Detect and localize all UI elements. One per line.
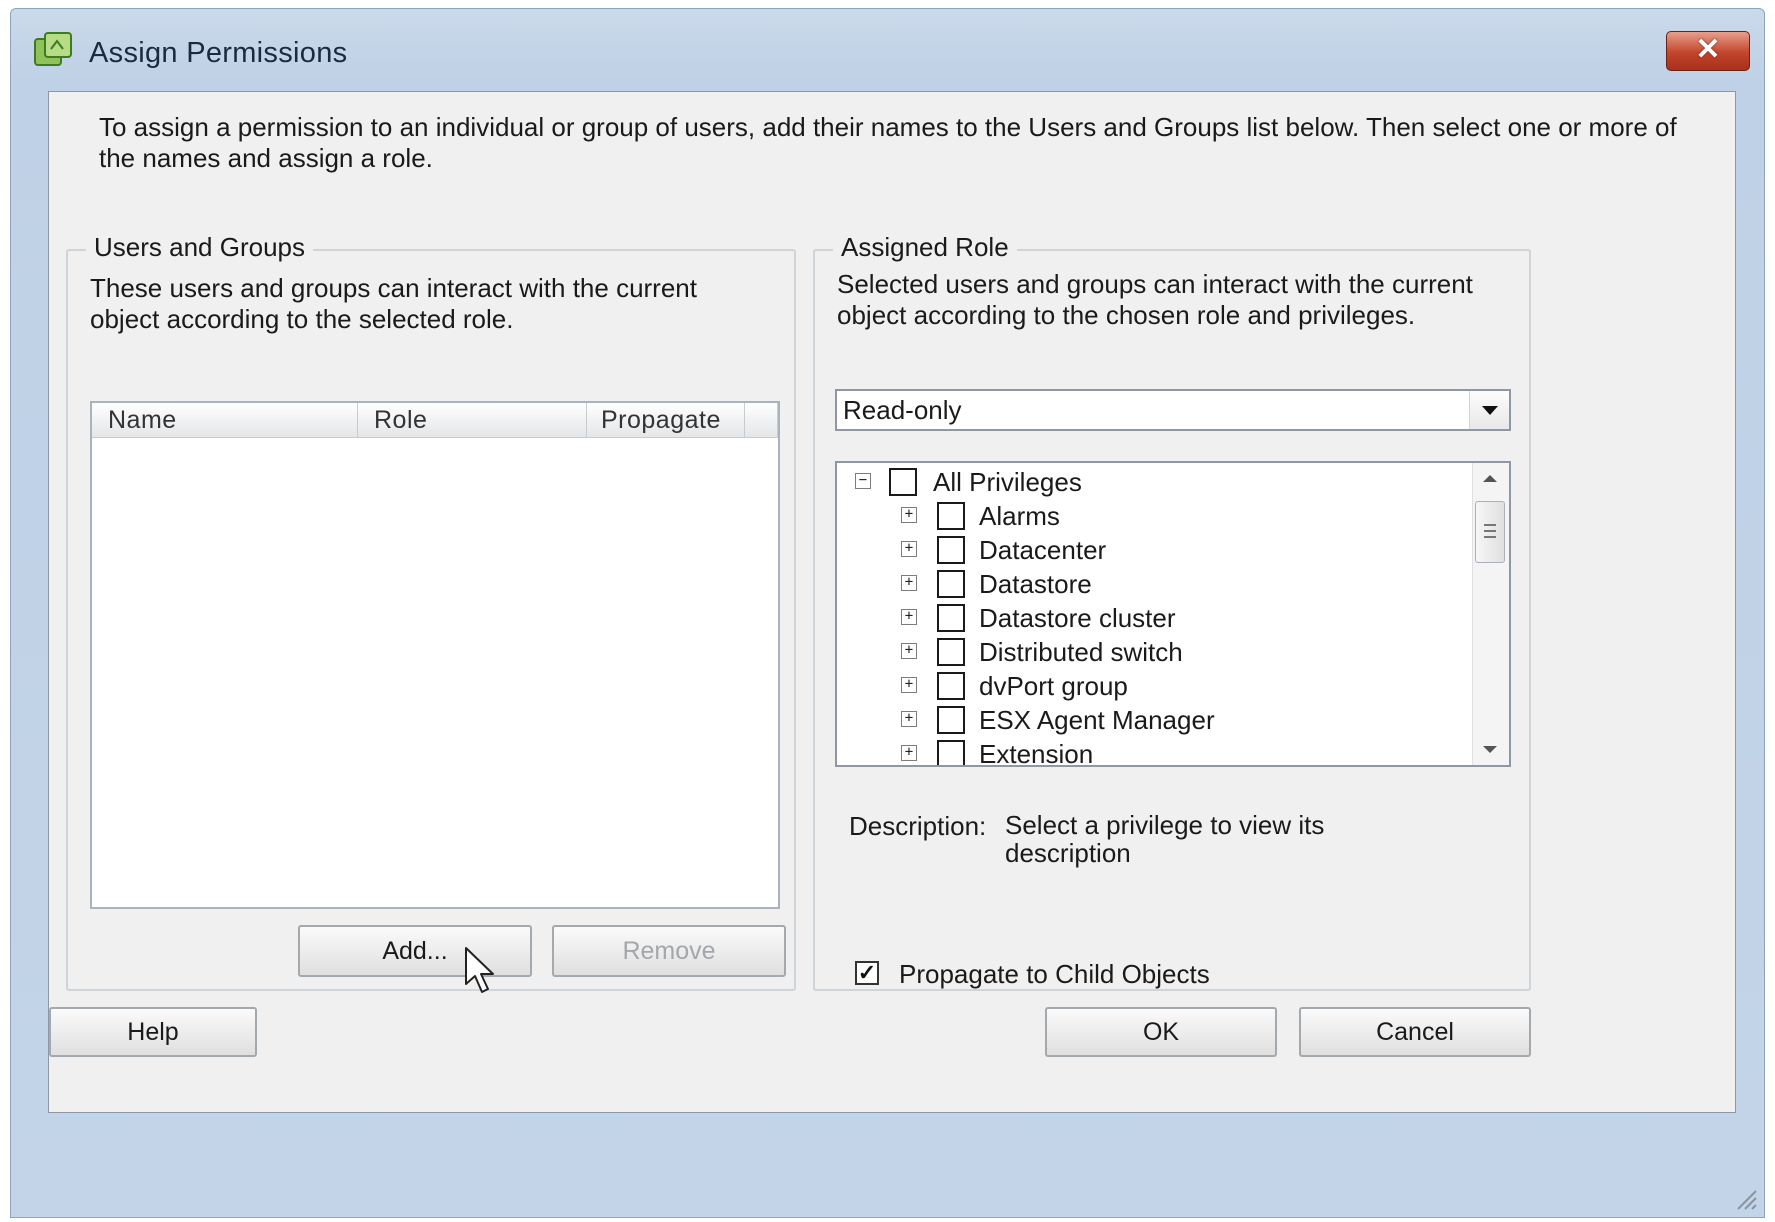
resize-grip-icon[interactable]: [1732, 1185, 1758, 1211]
plus-box-icon[interactable]: +: [901, 507, 917, 523]
column-name[interactable]: Name: [92, 403, 358, 437]
plus-box-icon[interactable]: +: [901, 609, 917, 625]
assign-permissions-dialog: Assign Permissions ✕ To assign a permiss…: [10, 8, 1765, 1218]
tree-item-label: Distributed switch: [979, 637, 1183, 667]
scroll-up-icon[interactable]: [1483, 475, 1497, 482]
tree-item-label: dvPort group: [979, 671, 1128, 701]
tree-item-dvport-group[interactable]: + dvPort group: [837, 669, 1467, 703]
privilege-checkbox[interactable]: [937, 672, 965, 700]
mouse-pointer-icon: [465, 947, 494, 993]
column-role[interactable]: Role: [358, 403, 587, 437]
privilege-checkbox[interactable]: [937, 502, 965, 530]
intro-text: To assign a permission to an individual …: [99, 112, 1677, 173]
role-select-value: Read-only: [843, 395, 962, 425]
propagate-checkbox[interactable]: ✓: [855, 961, 879, 985]
privileges-tree[interactable]: − All Privileges + Alarms + Datacenter +: [835, 461, 1511, 767]
users-groups-legend: Users and Groups: [86, 232, 313, 263]
permissions-icon: [34, 32, 72, 66]
tree-item-label: Datastore cluster: [979, 603, 1176, 633]
tree-scrollbar[interactable]: [1472, 463, 1509, 765]
close-icon: ✕: [1695, 33, 1721, 66]
privilege-checkbox[interactable]: [937, 536, 965, 564]
ok-button[interactable]: OK: [1045, 1007, 1277, 1057]
tree-item-extension[interactable]: + Extension: [837, 737, 1467, 767]
chevron-down-icon[interactable]: [1469, 391, 1509, 429]
privilege-checkbox[interactable]: [889, 468, 917, 496]
description-text: Select a privilege to view its descripti…: [1005, 810, 1325, 868]
help-button[interactable]: Help: [49, 1007, 257, 1057]
close-button[interactable]: ✕: [1666, 31, 1750, 71]
dialog-title: Assign Permissions: [89, 37, 348, 69]
tree-item-datastore-cluster[interactable]: + Datastore cluster: [837, 601, 1467, 635]
privilege-checkbox[interactable]: [937, 570, 965, 598]
plus-box-icon[interactable]: +: [901, 711, 917, 727]
scroll-down-icon[interactable]: [1483, 746, 1497, 753]
plus-box-icon[interactable]: +: [901, 541, 917, 557]
privilege-checkbox[interactable]: [937, 604, 965, 632]
users-groups-description: These users and groups can interact with…: [90, 273, 697, 334]
scroll-thumb[interactable]: [1475, 501, 1505, 563]
tree-item-esx-agent-manager[interactable]: + ESX Agent Manager: [837, 703, 1467, 737]
users-groups-panel: Users and Groups These users and groups …: [66, 232, 796, 991]
tree-item-distributed-switch[interactable]: + Distributed switch: [837, 635, 1467, 669]
list-header: Name Role Propagate: [92, 403, 778, 438]
title-bar[interactable]: Assign Permissions ✕: [11, 9, 1764, 89]
tree-item-datacenter[interactable]: + Datacenter: [837, 533, 1467, 567]
minus-box-icon[interactable]: −: [855, 473, 871, 489]
plus-box-icon[interactable]: +: [901, 745, 917, 761]
tree-item-label: ESX Agent Manager: [979, 705, 1215, 735]
cancel-button[interactable]: Cancel: [1299, 1007, 1531, 1057]
privilege-checkbox[interactable]: [937, 638, 965, 666]
assigned-role-description: Selected users and groups can interact w…: [837, 269, 1473, 330]
tree-item-label: Alarms: [979, 501, 1060, 531]
dialog-body: To assign a permission to an individual …: [48, 91, 1736, 1113]
privilege-checkbox[interactable]: [937, 706, 965, 734]
plus-box-icon[interactable]: +: [901, 643, 917, 659]
assigned-role-legend: Assigned Role: [833, 232, 1017, 263]
users-groups-list[interactable]: Name Role Propagate: [90, 401, 780, 909]
privilege-checkbox[interactable]: [937, 740, 965, 765]
remove-button[interactable]: Remove: [552, 925, 786, 977]
assigned-role-panel: Assigned Role Selected users and groups …: [813, 232, 1531, 991]
tree-item-datastore[interactable]: + Datastore: [837, 567, 1467, 601]
tree-item-label: Datacenter: [979, 535, 1107, 565]
tree-item-all-privileges[interactable]: − All Privileges: [837, 465, 1467, 499]
tree-item-label: All Privileges: [933, 467, 1082, 497]
tree-item-label: Datastore: [979, 569, 1092, 599]
column-spacer: [745, 403, 778, 437]
propagate-label: Propagate to Child Objects: [899, 959, 1210, 989]
tree-item-label: Extension: [979, 739, 1094, 767]
role-select[interactable]: Read-only: [835, 389, 1511, 431]
tree-item-alarms[interactable]: + Alarms: [837, 499, 1467, 533]
description-label: Description:: [849, 811, 987, 841]
column-propagate[interactable]: Propagate: [587, 403, 745, 437]
plus-box-icon[interactable]: +: [901, 677, 917, 693]
plus-box-icon[interactable]: +: [901, 575, 917, 591]
